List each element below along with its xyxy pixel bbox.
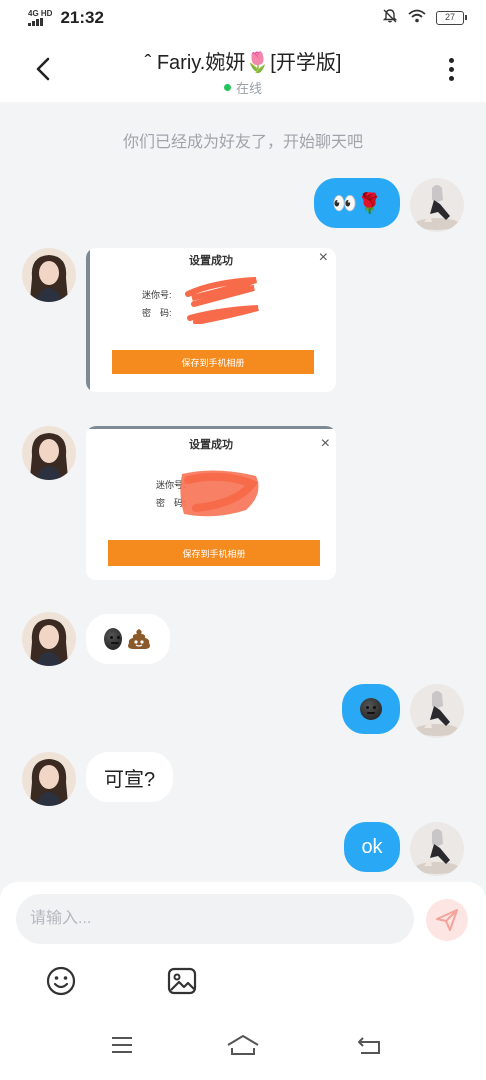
system-message: 你们已经成为好友了，开始聊天吧 <box>122 134 363 151</box>
poop-emoji <box>126 628 152 650</box>
more-vertical-icon[interactable] <box>436 54 466 84</box>
battery-icon: 27 <box>436 11 467 25</box>
my-avatar[interactable] <box>410 822 464 876</box>
dialog-label-id: 迷你号: <box>142 290 172 300</box>
mute-bell-icon <box>382 8 398 29</box>
message-bubble-received[interactable]: 可宣? <box>86 752 174 802</box>
message-bubble-received[interactable] <box>86 614 170 664</box>
dialog-save-button: 保存到手机相册 <box>112 350 314 374</box>
wifi-icon <box>408 9 426 28</box>
back-icon[interactable] <box>350 1030 390 1060</box>
close-icon: × <box>320 435 330 452</box>
image-icon[interactable] <box>165 964 199 998</box>
dialog-save-button: 保存到手机相册 <box>108 540 320 566</box>
send-icon[interactable] <box>426 899 468 941</box>
composer <box>0 882 486 1080</box>
my-avatar[interactable] <box>410 684 464 738</box>
message-bubble-sent[interactable]: 👀🌹 <box>314 178 400 228</box>
home-icon[interactable] <box>223 1030 263 1060</box>
image-message[interactable]: 设置成功 × 迷你号: 密 码: 保存到手机相册 <box>86 426 336 580</box>
online-dot-icon <box>223 84 231 91</box>
contact-avatar[interactable] <box>22 248 76 302</box>
menu-icon[interactable] <box>102 1030 142 1060</box>
message-text: 👀🌹 <box>332 192 382 215</box>
dark-face-emoji <box>360 698 382 720</box>
chat-area[interactable]: 你们已经成为好友了，开始聊天吧 👀🌹 设置成功 × 迷你号: 密 码: 保存到手… <box>0 102 486 882</box>
presence-status: 在线 <box>80 78 406 97</box>
message-text: 可宣? <box>104 768 156 791</box>
contact-avatar[interactable] <box>22 612 76 666</box>
contact-avatar[interactable] <box>22 752 76 806</box>
clock: 21:32 <box>60 8 104 27</box>
emoji-icon[interactable] <box>44 964 78 998</box>
image-edge <box>86 248 90 392</box>
contact-avatar[interactable] <box>22 426 76 480</box>
contact-name: ˆ Fariy.婉妍🌷[开学版] <box>144 52 342 74</box>
signal-icon: 4G HD <box>28 10 52 26</box>
message-bubble-sent[interactable]: ok <box>344 822 400 872</box>
message-bubble-sent[interactable] <box>342 684 400 734</box>
my-avatar[interactable] <box>410 178 464 232</box>
network-type: 4G HD <box>28 9 53 18</box>
message-text: ok <box>361 835 383 858</box>
chat-header: ˆ Fariy.婉妍🌷[开学版] 在线 <box>0 36 486 102</box>
dark-face-emoji <box>104 628 122 650</box>
dialog-label-password: 密 码: <box>142 308 172 318</box>
close-icon: × <box>318 249 328 266</box>
redaction-scribble <box>185 277 259 324</box>
system-nav-bar <box>0 1018 486 1080</box>
back-arrow-icon[interactable] <box>28 54 58 84</box>
message-input[interactable] <box>16 894 414 944</box>
presence-label: 在线 <box>235 81 262 96</box>
dialog-title: 设置成功 <box>189 439 233 451</box>
status-bar: 4G HD 21:32 27 <box>0 0 486 36</box>
redaction-scribble <box>180 470 259 517</box>
image-message[interactable]: 设置成功 × 迷你号: 密 码: 保存到手机相册 <box>86 248 336 392</box>
dialog-title: 设置成功 <box>189 255 233 267</box>
